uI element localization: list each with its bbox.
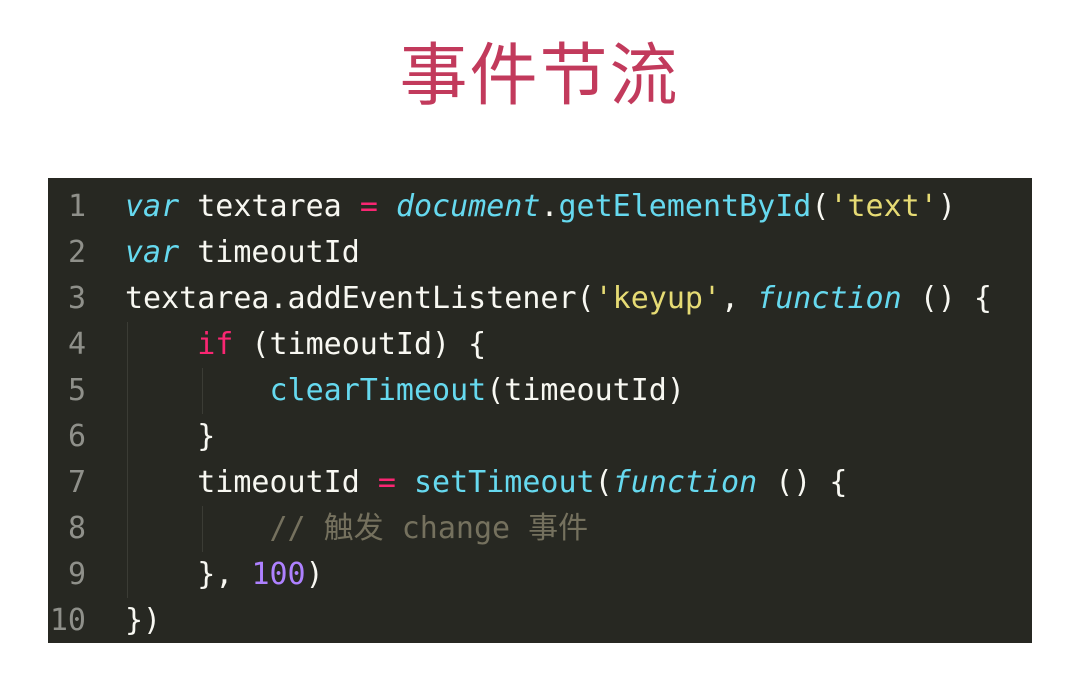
code-line: 8 // 触发 change 事件 [48, 506, 1032, 552]
line-text: timeoutId = setTimeout(function () { [125, 460, 848, 506]
line-text: clearTimeout(timeoutId) [125, 368, 685, 414]
code-token-pl: , [721, 281, 758, 316]
code-line: 9 }, 100) [48, 552, 1032, 598]
code-token-pl: textarea [179, 189, 360, 224]
code-token-pl: ( [594, 465, 613, 500]
code-line: 7 timeoutId = setTimeout(function () { [48, 460, 1032, 506]
line-number: 9 [67, 557, 86, 592]
code-token-pl: (timeoutId) [486, 373, 685, 408]
code-token-str: 'keyup' [594, 281, 722, 316]
code-line: 5 clearTimeout(timeoutId) [48, 368, 1032, 414]
code-line: 3 textarea.addEventListener('keyup', func… [48, 276, 1032, 322]
code-token-op: = [359, 189, 378, 224]
code-token-pl: ) [305, 557, 324, 592]
code-token-kw: var [125, 235, 180, 270]
code-token-it: document [395, 189, 541, 224]
line-text: if (timeoutId) { [125, 322, 486, 368]
line-text: }, 100) [125, 552, 324, 598]
line-text: textarea.addEventListener('keyup', funct… [125, 276, 992, 322]
line-text: var timeoutId [125, 230, 360, 276]
code-token-pl: timeoutId [125, 465, 378, 500]
code-token-op: = [377, 465, 396, 500]
line-number: 8 [67, 511, 86, 546]
line-number: 10 [49, 603, 86, 638]
code-token-str: 'text' [829, 189, 938, 224]
code-token-pl: timeoutId [179, 235, 360, 270]
code-line: 6 } [48, 414, 1032, 460]
code-line: 1 var textarea = document.getElementById(… [48, 184, 1032, 230]
line-number: 7 [67, 465, 86, 500]
code-token-it: function [612, 465, 758, 500]
code-token-it: function [757, 281, 902, 316]
code-token-num: 100 [251, 557, 306, 592]
code-token-cm: // 触发 change 事件 [269, 511, 589, 546]
code-token-pl: } [125, 419, 216, 454]
code-line: 4 if (timeoutId) { [48, 322, 1032, 368]
code-token-pl: ( [811, 189, 830, 224]
code-token-fn: setTimeout [414, 465, 595, 500]
line-number: 1 [67, 189, 86, 224]
code-token-pl: ) [937, 189, 956, 224]
code-token-op: if [197, 327, 234, 362]
line-number: 4 [67, 327, 86, 362]
code-token-pl: textarea.addEventListener( [125, 281, 595, 316]
code-line: 10}) [48, 598, 1032, 644]
code-token-pl: () { [757, 465, 848, 500]
code-token-kw: var [125, 189, 180, 224]
slide-title: 事件节流 [399, 37, 680, 116]
code-token-pl: }, [125, 557, 252, 592]
line-text: var textarea = document.getElementById('… [125, 184, 956, 230]
line-number: 6 [67, 419, 86, 454]
code-token-pl: . [540, 189, 559, 224]
code-token-pl: }) [125, 603, 162, 638]
line-text: // 触发 change 事件 [125, 506, 589, 552]
code-token-pl: (timeoutId) { [233, 327, 487, 362]
line-number: 2 [67, 235, 86, 270]
code-line: 2 var timeoutId [48, 230, 1032, 276]
line-number: 3 [67, 281, 86, 316]
code-block: 1 var textarea = document.getElementById(… [48, 178, 1032, 643]
line-text: } [125, 414, 215, 460]
line-text: }) [125, 598, 161, 644]
line-number: 5 [67, 373, 86, 408]
code-token-fn: getElementById [558, 189, 812, 224]
code-token-fn: clearTimeout [269, 373, 487, 408]
code-token-pl: () { [901, 281, 992, 316]
